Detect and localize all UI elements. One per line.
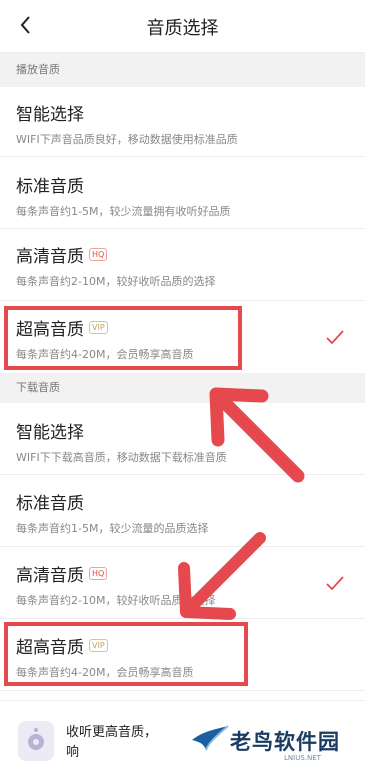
option-desc: WIFI下下载高音质，移动数据下载标准音质: [16, 451, 227, 464]
watermark-name: 老鸟软件园: [230, 730, 340, 754]
option-download-smart[interactable]: 智能选择 WIFI下下载高音质，移动数据下载标准音质: [0, 403, 365, 475]
highlight-box-playback-vip: [4, 306, 242, 370]
option-desc: 每条声音约2-10M，较好收听品质的选择: [16, 594, 216, 607]
page-title: 音质选择: [146, 18, 219, 39]
option-playback-smart[interactable]: 智能选择 WIFI下声音品质良好，移动数据使用标准品质: [0, 87, 365, 157]
banner-text: 收听更高音质，响: [66, 725, 158, 760]
option-desc: WIFI下声音品质良好，移动数据使用标准品质: [16, 133, 238, 146]
watermark-sub: LNIUS.NET: [284, 754, 321, 762]
option-desc: 每条声音约2-10M，较好收听品质的选择: [16, 275, 216, 288]
option-download-standard[interactable]: 标准音质 每条声音约1-5M，较少流量的品质选择: [0, 475, 365, 547]
hq-badge: HQ: [89, 567, 108, 580]
option-title: 标准音质: [16, 177, 84, 197]
option-title: 智能选择: [16, 423, 84, 443]
option-desc: 每条声音约1-5M，较少流量的品质选择: [16, 522, 209, 535]
option-title: 标准音质: [16, 494, 84, 514]
option-title: 高清音质: [16, 247, 84, 267]
hq-badge: HQ: [89, 248, 108, 261]
option-title: 智能选择: [16, 105, 84, 125]
section-header-download: 下载音质: [0, 373, 365, 403]
option-desc: 每条声音约1-5M，较少流量拥有收听好品质: [16, 205, 231, 218]
speaker-icon: [18, 721, 54, 761]
option-title: 高清音质: [16, 566, 84, 586]
section-header-playback: 播放音质: [0, 53, 365, 87]
option-download-hq[interactable]: 高清音质 HQ 每条声音约2-10M，较好收听品质的选择: [0, 547, 365, 619]
highlight-box-download-vip: [4, 622, 248, 686]
bird-logo-icon: [192, 725, 229, 751]
checkmark-icon: [326, 330, 344, 345]
top-bar: 音质选择: [0, 0, 365, 53]
option-playback-hq[interactable]: 高清音质 HQ 每条声音约2-10M，较好收听品质的选择: [0, 229, 365, 301]
watermark: 老鸟软件园 LNIUS.NET: [188, 714, 358, 764]
option-playback-standard[interactable]: 标准音质 每条声音约1-5M，较少流量拥有收听好品质: [0, 157, 365, 229]
checkmark-icon: [326, 576, 344, 591]
